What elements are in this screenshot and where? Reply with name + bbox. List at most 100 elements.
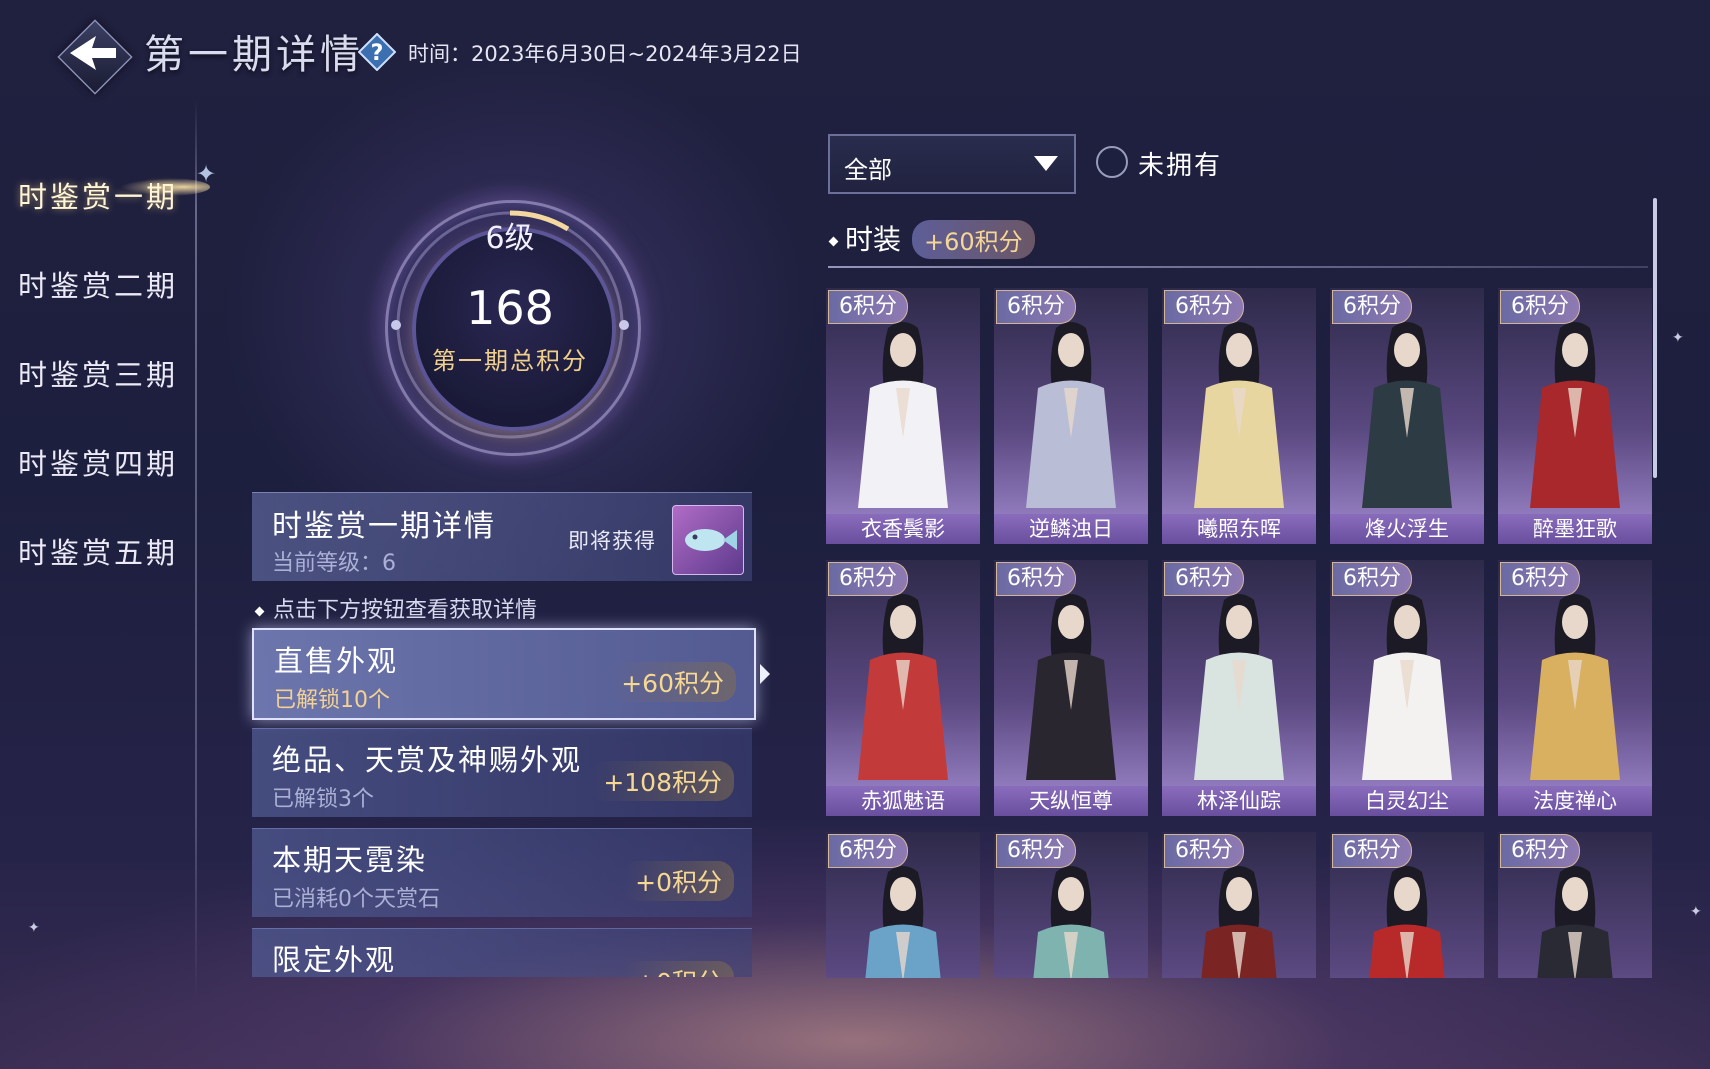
sidebar-divider [195,100,197,1000]
upcoming-reward-label: 即将获得 [568,529,656,553]
chevron-down-icon [1034,156,1058,171]
outfit-card[interactable]: 6积分赤狐魅语 [826,560,980,816]
outfit-figure-icon [1537,866,1613,978]
points-badge: 6积分 [1500,562,1580,596]
outfit-card[interactable]: 6积分曦照东晖 [1162,288,1316,544]
category-points: +0积分 [623,961,734,977]
unowned-radio[interactable] [1096,146,1128,178]
points-badge: 6积分 [1164,562,1244,596]
outfit-figure-icon [1362,322,1452,508]
outfit-name: 林泽仙踪 [1162,786,1316,816]
total-score-label: 第一期总积分 [432,347,588,375]
category-points: +60积分 [609,662,736,702]
outfit-name: 曦照东晖 [1162,514,1316,544]
outfit-name: 醉墨狂歌 [1498,514,1652,544]
period-detail-card: 时鉴赏一期详情 当前等级：6 即将获得 [252,492,752,581]
category-title: 直售外观 [274,644,399,678]
outfit-figure-icon [1026,322,1116,508]
sidebar-item-period-1[interactable]: 时鉴赏一期 [18,174,178,216]
outfit-figure-icon [1362,594,1452,780]
page-title: 第一期详情 [144,32,364,78]
hint-text: 点击下方按钮查看获取详情 [254,592,538,624]
level-ring: 6级 168 第一期总积分 [350,185,670,475]
outfit-card[interactable]: 6积分 [1498,832,1652,978]
points-badge: 6积分 [1332,834,1412,868]
reward-item-icon[interactable] [672,505,744,575]
period-detail-title: 时鉴赏一期详情 [272,509,496,544]
points-badge: 6积分 [1164,834,1244,868]
points-badge: 6积分 [828,562,908,596]
outfit-figure-icon [1194,322,1284,508]
svg-text:?: ? [371,41,384,66]
current-level: 当前等级：6 [272,551,396,576]
category-subtitle: 已消耗0个天赏石 [272,887,440,912]
points-badge: 6积分 [1500,834,1580,868]
outfit-figure-icon [1201,866,1277,978]
outfit-card[interactable]: 6积分 [1330,832,1484,978]
outfit-figure-icon [1369,866,1445,978]
sidebar-item-period-3[interactable]: 时鉴赏三期 [18,352,178,394]
unowned-label: 未拥有 [1138,151,1223,181]
outfit-name: 衣香鬓影 [826,514,980,544]
sidebar-item-period-5[interactable]: 时鉴赏五期 [18,530,178,572]
sparkle-icon: ✦ [1690,904,1702,920]
outfit-name: 烽火浮生 [1330,514,1484,544]
category-title: 限定外观 [272,943,397,977]
outfit-figure-icon [1530,322,1620,508]
section-points: +60积分 [912,220,1035,259]
outfit-name: 逆鳞浊日 [994,514,1148,544]
points-badge: 6积分 [996,290,1076,324]
points-badge: 6积分 [996,834,1076,868]
category-title: 绝品、天赏及神赐外观 [272,743,583,777]
category-points: +0积分 [623,861,734,901]
section-title-text: 时装 [845,223,902,256]
section-divider [828,266,1648,268]
back-arrow-icon [70,36,116,70]
section-title: 时装 [828,218,902,258]
selected-arrow-icon [760,664,770,684]
points-badge: 6积分 [1500,290,1580,324]
outfit-name: 法度禅心 [1498,786,1652,816]
outfit-figure-icon [1026,594,1116,780]
points-badge: 6积分 [1332,562,1412,596]
outfit-figure-icon [1194,594,1284,780]
outfit-card[interactable]: 6积分天纵恒尊 [994,560,1148,816]
sparkle-icon: ✦ [28,920,40,936]
outfit-figure-icon [1530,594,1620,780]
outfit-name: 赤狐魅语 [826,786,980,816]
outfit-card[interactable]: 6积分逆鳞浊日 [994,288,1148,544]
outfit-grid: 6积分 衣香鬓影 6积分 逆鳞浊日 6积分 曦照东晖 6积分 烽火浮生 6积分 醉墨狂歌 6积分 赤狐… [826,288,1656,978]
hint-label: 点击下方按钮查看获取详情 [273,598,538,623]
outfit-card[interactable]: 6积分醉墨狂歌 [1498,288,1652,544]
outfit-card[interactable]: 6积分林泽仙踪 [1162,560,1316,816]
outfit-card[interactable]: 6积分 [826,832,980,978]
category-subtitle: 已解锁10个 [274,688,390,713]
category-title: 本期天霓染 [272,843,428,877]
filter-dropdown[interactable]: 全部 [828,134,1076,194]
category-premium[interactable]: 绝品、天赏及神赐外观 已解锁3个 +108积分 [252,728,752,817]
category-limited[interactable]: 限定外观 +0积分 [252,928,752,977]
sidebar-item-period-2[interactable]: 时鉴赏二期 [18,263,178,305]
category-dye[interactable]: 本期天霓染 已消耗0个天赏石 +0积分 [252,828,752,917]
outfit-card[interactable]: 6积分 烽火浮生 [1330,288,1484,544]
outfit-card[interactable]: 6积分 [1162,832,1316,978]
help-icon[interactable]: ? [358,33,396,71]
outfit-name: 天纵恒尊 [994,786,1148,816]
outfit-figure-icon [858,594,948,780]
fish-icon [685,529,737,551]
outfit-card[interactable]: 6积分 [994,832,1148,978]
points-badge: 6积分 [1164,290,1244,324]
outfit-card[interactable]: 6积分 衣香鬓影 [826,288,980,544]
category-direct-sale[interactable]: 直售外观 已解锁10个 +60积分 [252,628,770,720]
total-score: 168 [466,281,554,335]
points-badge: 6积分 [996,562,1076,596]
category-points: +108积分 [591,761,734,801]
outfit-card[interactable]: 6积分法度禅心 [1498,560,1652,816]
outfit-figure-icon [865,866,941,978]
outfit-figure-icon [858,322,948,508]
filter-selected-value: 全部 [844,156,892,184]
sidebar-item-period-4[interactable]: 时鉴赏四期 [18,441,178,483]
outfit-figure-icon [1033,866,1109,978]
outfit-card[interactable]: 6积分 白灵幻尘 [1330,560,1484,816]
points-badge: 6积分 [828,834,908,868]
